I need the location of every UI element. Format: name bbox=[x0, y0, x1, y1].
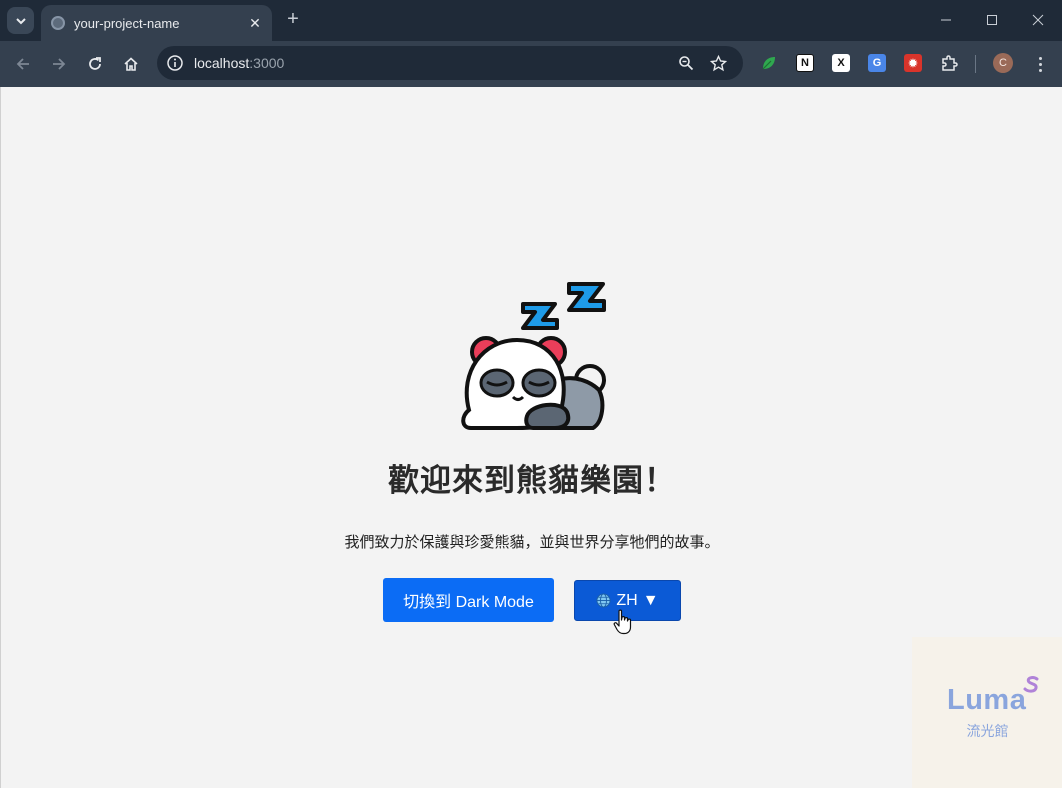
bookmark-button[interactable] bbox=[708, 53, 728, 73]
toolbar-separator bbox=[975, 55, 976, 73]
tab-title: your-project-name bbox=[74, 15, 180, 31]
dark-mode-toggle-button[interactable]: 切換到 Dark Mode bbox=[383, 578, 554, 622]
luma-watermark: Luma 流光館 bbox=[912, 637, 1062, 788]
extensions-menu-button[interactable] bbox=[940, 54, 958, 72]
hand-pointer-cursor-icon bbox=[613, 609, 632, 635]
intro-text: 我們致力於保護與珍愛熊貓，並與世界分享牠們的故事。 bbox=[344, 534, 720, 551]
home-icon bbox=[124, 57, 138, 71]
browser-toolbar: localhost:3000 N X G ✹ C bbox=[0, 41, 1062, 87]
extension-notion[interactable]: N bbox=[796, 54, 814, 72]
bug-icon: ✹ bbox=[908, 57, 918, 70]
url-host: localhost bbox=[194, 55, 250, 71]
extension-leaf[interactable] bbox=[760, 54, 778, 72]
active-tab[interactable]: your-project-name ✕ bbox=[41, 5, 272, 41]
reload-icon bbox=[89, 57, 101, 70]
extension-translate[interactable]: G bbox=[868, 54, 886, 72]
address-bar[interactable]: localhost:3000 bbox=[157, 46, 743, 80]
new-tab-button[interactable]: + bbox=[282, 9, 304, 31]
zoom-button[interactable] bbox=[676, 53, 696, 73]
tab-search-button[interactable] bbox=[7, 7, 34, 34]
chevron-down-icon bbox=[15, 17, 26, 24]
zoom-out-icon bbox=[679, 56, 694, 71]
watermark-subtitle: 流光館 bbox=[966, 723, 1009, 739]
profile-avatar[interactable]: C bbox=[993, 53, 1013, 73]
globe-icon bbox=[596, 593, 611, 608]
forward-button[interactable] bbox=[45, 50, 73, 78]
x-icon: X bbox=[837, 57, 845, 69]
maximize-icon bbox=[987, 15, 997, 25]
close-window-button[interactable] bbox=[1025, 8, 1051, 32]
sleeping-panda-illustration bbox=[461, 282, 606, 430]
browser-tab-strip: your-project-name ✕ + bbox=[0, 0, 1062, 41]
home-button[interactable] bbox=[117, 50, 145, 78]
arrow-left-icon bbox=[16, 58, 29, 70]
sleep-z-icon bbox=[521, 282, 606, 330]
minimize-icon bbox=[941, 19, 951, 21]
close-icon bbox=[1032, 14, 1044, 26]
extension-x[interactable]: X bbox=[832, 54, 850, 72]
translate-icon: G bbox=[872, 57, 882, 69]
site-info-icon[interactable] bbox=[166, 54, 184, 72]
dot-icon bbox=[1038, 62, 1042, 66]
watermark-s-mark-icon bbox=[1023, 676, 1039, 693]
minimize-button[interactable] bbox=[933, 8, 959, 32]
language-label: ZH bbox=[616, 591, 638, 609]
arrow-right-icon bbox=[53, 58, 66, 70]
notion-icon: N bbox=[801, 57, 809, 69]
globe-favicon-icon bbox=[51, 16, 65, 30]
maximize-button[interactable] bbox=[979, 8, 1005, 32]
dropdown-arrow-icon: ▼ bbox=[642, 591, 659, 609]
extension-red[interactable]: ✹ bbox=[904, 54, 922, 72]
leaf-icon bbox=[762, 57, 775, 70]
browser-menu-button[interactable] bbox=[1030, 53, 1050, 75]
watermark-logo: Luma bbox=[947, 684, 1027, 716]
tab-close-icon[interactable]: ✕ bbox=[245, 13, 265, 33]
dot-icon bbox=[1038, 56, 1042, 60]
dot-icon bbox=[1038, 68, 1042, 72]
puzzle-icon bbox=[942, 55, 958, 71]
back-button[interactable] bbox=[9, 50, 37, 78]
page-title: 歡迎來到熊貓樂園！ bbox=[388, 463, 676, 498]
url-text[interactable]: localhost:3000 bbox=[194, 55, 284, 71]
star-icon bbox=[709, 54, 727, 71]
url-port: :3000 bbox=[249, 55, 285, 71]
reload-button[interactable] bbox=[81, 50, 109, 78]
page-viewport: 歡迎來到熊貓樂園！ 我們致力於保護與珍愛熊貓，並與世界分享牠們的故事。 切換到 … bbox=[0, 87, 1062, 788]
